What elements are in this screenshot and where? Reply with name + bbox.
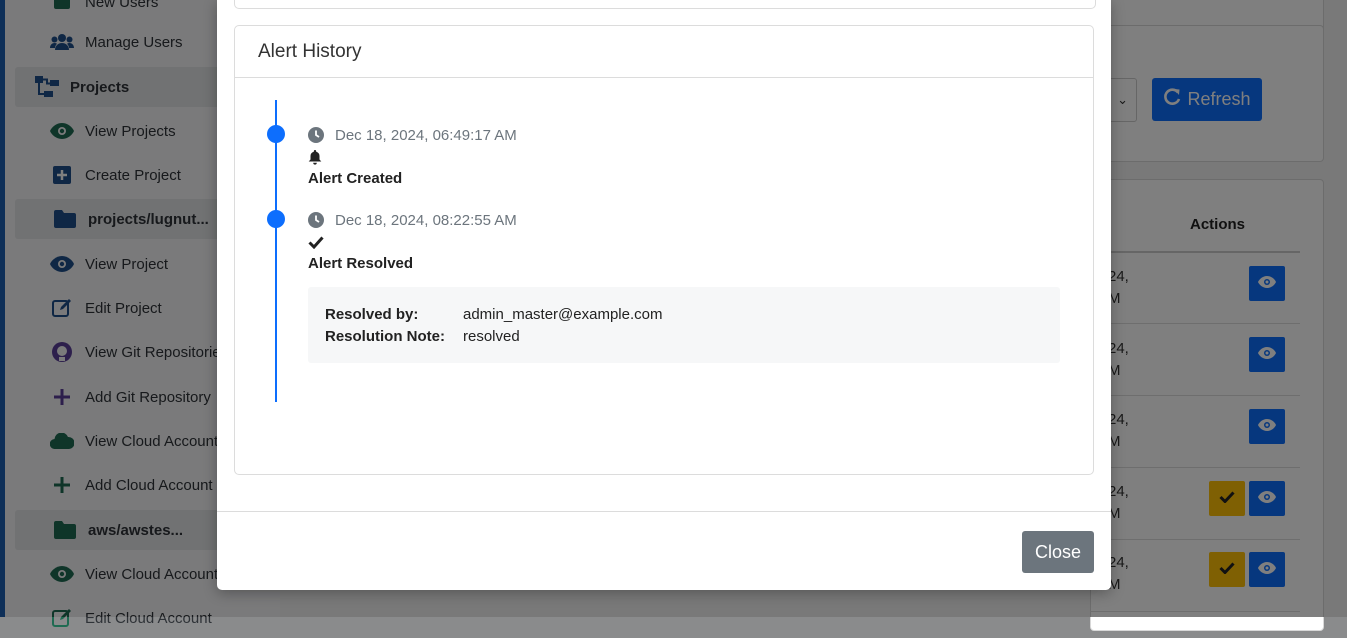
timeline-dot — [267, 210, 285, 228]
alert-details-modal: Alert History Dec 18, 2024, 06:49:17 AM … — [217, 0, 1111, 590]
clock-icon — [308, 127, 324, 143]
timeline-timestamp: Dec 18, 2024, 08:22:55 AM — [335, 211, 517, 229]
resolution-details: Resolved by: admin_master@example.com Re… — [308, 287, 1060, 363]
timeline-line — [275, 100, 277, 402]
timeline-event-title: Alert Resolved — [308, 255, 414, 272]
timeline-event-title: Alert Created — [308, 170, 403, 187]
modal-footer: Close — [217, 511, 1111, 591]
clock-icon — [308, 212, 324, 228]
timeline-entry-resolved: Dec 18, 2024, 08:22:55 AM Alert Resolved — [308, 211, 1068, 272]
check-icon — [308, 234, 1068, 250]
close-button[interactable]: Close — [1022, 531, 1094, 573]
resolved-by-label: Resolved by: — [325, 306, 419, 323]
timeline-timestamp: Dec 18, 2024, 06:49:17 AM — [335, 126, 517, 144]
resolution-note-label: Resolution Note: — [325, 328, 445, 345]
timeline-dot — [267, 125, 285, 143]
resolved-by-value: admin_master@example.com — [463, 306, 663, 323]
alert-history-card: Alert History Dec 18, 2024, 06:49:17 AM … — [234, 25, 1094, 475]
timeline-entry-created: Dec 18, 2024, 06:49:17 AM Alert Created — [308, 126, 1068, 187]
resolution-note-value: resolved — [463, 328, 520, 345]
alert-details-card — [234, 0, 1096, 9]
bell-icon — [308, 149, 1068, 165]
alert-history-title: Alert History — [235, 26, 1093, 78]
